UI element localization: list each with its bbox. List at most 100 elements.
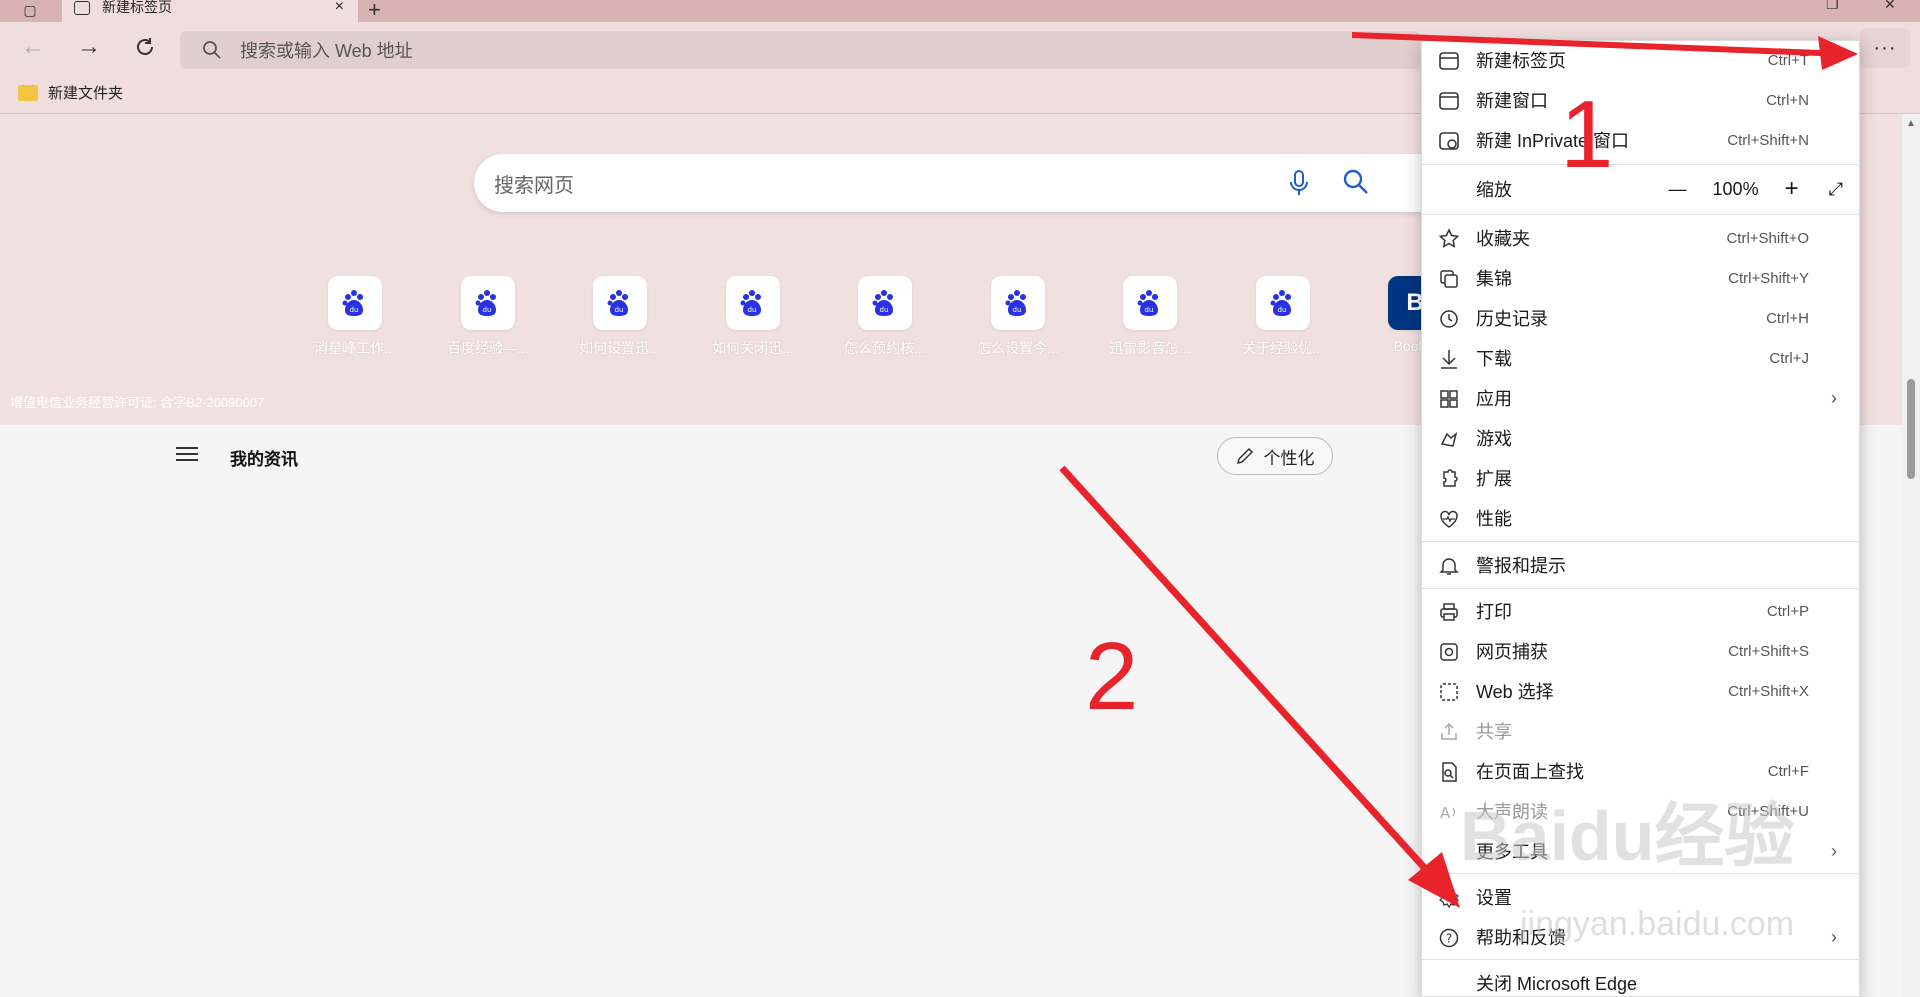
- menu-shortcut: Ctrl+Shift+S: [1728, 642, 1809, 660]
- menu-new-inprivate[interactable]: 新建 InPrivate 窗口 Ctrl+Shift+N: [1422, 121, 1859, 159]
- page-scrollbar[interactable]: ▲: [1902, 114, 1920, 997]
- watermark-url: jingyan.baidu.com: [1520, 905, 1795, 943]
- web-search-input[interactable]: 搜索网页: [474, 154, 1454, 212]
- gear-icon: [1438, 887, 1460, 909]
- menu-separator: [1422, 959, 1859, 960]
- scroll-thumb[interactable]: [1907, 379, 1915, 479]
- menu-separator: [1422, 164, 1859, 165]
- menu-zoom: 缩放 — 100% + ⤢: [1422, 170, 1859, 208]
- menu-share: 共享: [1422, 712, 1859, 750]
- back-icon[interactable]: ←: [18, 32, 48, 62]
- tab-new-tab[interactable]: 新建标签页 ×: [62, 0, 358, 22]
- feed-header: 我的资讯 个性化: [0, 425, 1420, 485]
- menu-label: 下载: [1476, 349, 1512, 369]
- tab-title: 新建标签页: [102, 0, 172, 15]
- menu-new-window[interactable]: 新建窗口 Ctrl+N: [1422, 81, 1859, 119]
- menu-separator: [1422, 541, 1859, 542]
- quick-link-label: 关于经验优...: [1242, 340, 1324, 356]
- menu-label: 应用: [1476, 389, 1512, 409]
- quick-links: du 消星峰工作... du 百度经验—... du 如何设置迅... du 如…: [300, 276, 1450, 366]
- quick-link-4[interactable]: du 如何关闭迅...: [698, 276, 808, 358]
- svg-text:du: du: [1278, 306, 1287, 314]
- menu-new-tab[interactable]: 新建标签页 Ctrl+T: [1422, 41, 1859, 79]
- menu-close-edge[interactable]: 关闭 Microsoft Edge: [1422, 964, 1859, 997]
- tab-close-icon[interactable]: ×: [335, 0, 344, 16]
- sidebar-toggle-icon[interactable]: ▢: [18, 0, 42, 20]
- restore-icon[interactable]: ❐: [1826, 0, 1839, 13]
- zoom-level: 100%: [1712, 178, 1759, 199]
- quick-link-label: 如何关闭迅...: [712, 340, 794, 356]
- share-icon: [1441, 722, 1457, 740]
- menu-separator: [1422, 588, 1859, 589]
- quick-link-2[interactable]: du 百度经验—...: [433, 276, 543, 358]
- games-icon: [1440, 432, 1458, 447]
- menu-label: 新建标签页: [1476, 51, 1566, 71]
- menu-shortcut: Ctrl+Shift+X: [1728, 682, 1809, 700]
- quick-link-1[interactable]: du 消星峰工作...: [300, 276, 410, 358]
- menu-favorites[interactable]: 收藏夹 Ctrl+Shift+O: [1422, 219, 1859, 257]
- chevron-right-icon: ›: [1831, 926, 1837, 947]
- web-select-icon: [1440, 683, 1458, 701]
- quick-link-8[interactable]: du 关于经验优...: [1228, 276, 1338, 358]
- quick-link-label: 如何设置迅...: [579, 340, 661, 356]
- settings-and-more-button[interactable]: ···: [1860, 28, 1910, 68]
- close-window-icon[interactable]: ✕: [1884, 0, 1896, 13]
- refresh-icon[interactable]: [130, 32, 160, 62]
- fullscreen-icon[interactable]: ⤢: [1829, 179, 1843, 200]
- menu-extensions[interactable]: 扩展: [1422, 459, 1859, 497]
- menu-label: 游戏: [1476, 429, 1512, 449]
- menu-shortcut: Ctrl+N: [1766, 91, 1809, 109]
- menu-label: 历史记录: [1476, 309, 1548, 329]
- search-icon: [202, 40, 222, 65]
- microphone-icon[interactable]: [1289, 170, 1309, 202]
- inprivate-icon: [1439, 132, 1459, 150]
- menu-web-select[interactable]: Web 选择 Ctrl+Shift+X: [1422, 672, 1859, 710]
- quick-link-5[interactable]: du 怎么预约核...: [830, 276, 940, 358]
- menu-web-capture[interactable]: 网页捕获 Ctrl+Shift+S: [1422, 632, 1859, 670]
- web-search-placeholder: 搜索网页: [494, 174, 574, 197]
- quick-link-6[interactable]: du 怎么设置今...: [963, 276, 1073, 358]
- collections-icon: [1440, 270, 1458, 288]
- menu-print[interactable]: 打印 Ctrl+P: [1422, 592, 1859, 630]
- menu-collections[interactable]: 集锦 Ctrl+Shift+Y: [1422, 259, 1859, 297]
- svg-text:A: A: [1440, 804, 1451, 822]
- menu-shortcut: Ctrl+F: [1767, 762, 1809, 780]
- search-submit-icon[interactable]: [1342, 168, 1370, 202]
- window-icon: [1439, 92, 1459, 110]
- zoom-out-button[interactable]: —: [1669, 179, 1687, 200]
- personalize-button[interactable]: 个性化: [1217, 437, 1333, 475]
- menu-history[interactable]: 历史记录 Ctrl+H: [1422, 299, 1859, 337]
- chevron-right-icon: ›: [1831, 840, 1837, 861]
- menu-label: 新建窗口: [1476, 91, 1548, 111]
- license-text: 增值电信业务经营许可证: 合字B2-20090007: [10, 395, 265, 410]
- address-bar[interactable]: 搜索或输入 Web 地址: [180, 31, 1420, 69]
- menu-downloads[interactable]: 下载 Ctrl+J: [1422, 339, 1859, 377]
- my-news-label[interactable]: 我的资讯: [230, 445, 298, 470]
- svg-text:du: du: [483, 306, 492, 314]
- new-tab-button[interactable]: +: [368, 0, 381, 23]
- quick-link-label: 怎么设置今...: [977, 340, 1059, 356]
- new-tab-icon: [1439, 52, 1459, 70]
- baidu-paw-icon: du: [1256, 276, 1310, 330]
- scroll-up-icon[interactable]: ▲: [1906, 118, 1916, 129]
- menu-shortcut: Ctrl+Shift+O: [1726, 229, 1809, 247]
- svg-text:du: du: [350, 306, 359, 314]
- menu-performance[interactable]: 性能: [1422, 499, 1859, 537]
- svg-text:du: du: [748, 306, 757, 314]
- menu-alerts[interactable]: 警报和提示: [1422, 546, 1859, 584]
- menu-label: 扩展: [1476, 469, 1512, 489]
- quick-link-3[interactable]: du 如何设置迅...: [565, 276, 675, 358]
- quick-link-7[interactable]: du 迅雷影音怎...: [1095, 276, 1205, 358]
- favorites-folder[interactable]: 新建文件夹: [18, 82, 123, 103]
- annotation-number-2: 2: [1085, 623, 1139, 730]
- hamburger-menu-icon[interactable]: [176, 447, 198, 463]
- menu-separator: [1422, 214, 1859, 215]
- menu-games[interactable]: 游戏: [1422, 419, 1859, 457]
- forward-icon[interactable]: →: [74, 32, 104, 62]
- menu-apps[interactable]: 应用 ›: [1422, 379, 1859, 417]
- address-placeholder: 搜索或输入 Web 地址: [240, 41, 413, 61]
- menu-label: 集锦: [1476, 269, 1512, 289]
- zoom-in-button[interactable]: +: [1785, 175, 1799, 203]
- menu-label: 共享: [1476, 722, 1512, 742]
- extensions-icon: [1443, 469, 1458, 487]
